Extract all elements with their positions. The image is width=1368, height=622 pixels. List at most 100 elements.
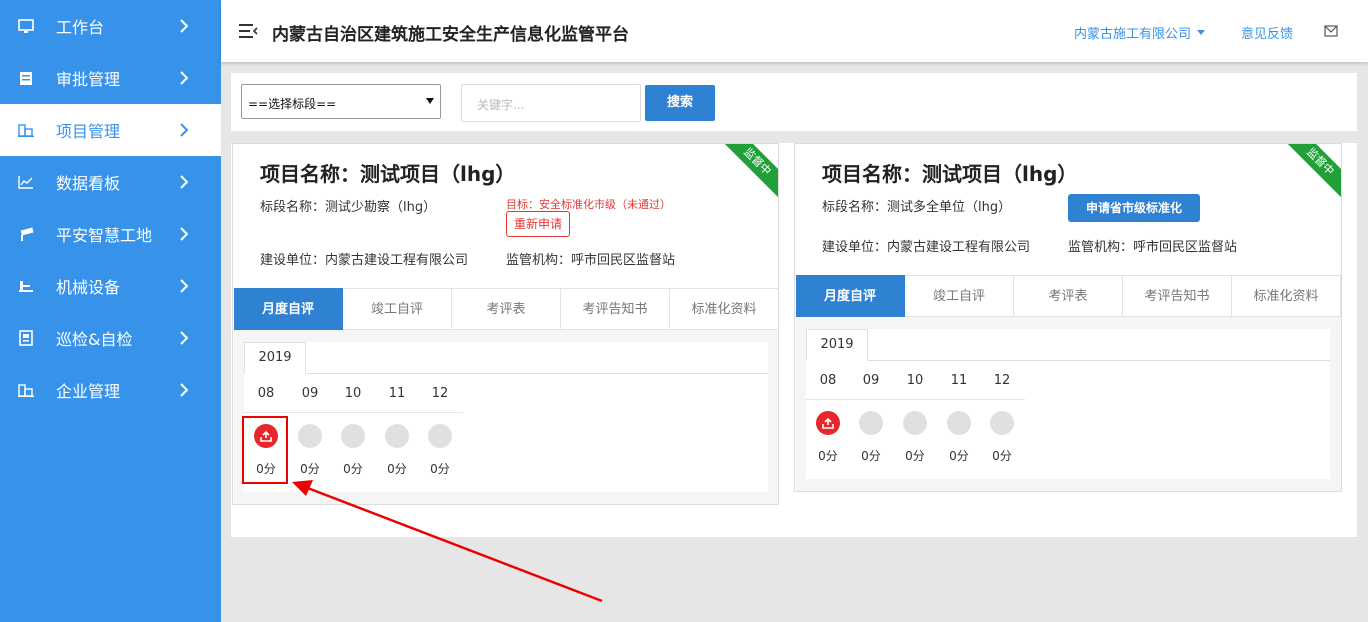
camera-icon xyxy=(17,225,35,243)
builder-unit: 建设单位：内蒙古建设工程有限公司 xyxy=(822,240,1031,255)
project-card: 监督中 项目名称：测试项目（lhg） 标段名称：测试多全单位（lhg） 申请省市… xyxy=(794,143,1342,492)
chart-icon xyxy=(17,173,35,191)
sidebar: 工作台 审批管理 项目管理 数据看板 平安智慧工地 机械设备 巡检&自检 企业管… xyxy=(0,0,221,622)
tab-eval-form[interactable]: 考评表 xyxy=(452,288,561,330)
feedback-link[interactable]: 意见反馈 xyxy=(1241,23,1293,42)
divider xyxy=(806,360,1330,361)
month-score: 0分 xyxy=(300,462,320,476)
month-label: 09 xyxy=(301,386,319,401)
sidebar-item-label: 审批管理 xyxy=(56,70,121,89)
section-select-value: ==选择标段== xyxy=(248,97,337,111)
tab-monthly-self-eval[interactable]: 月度自评 xyxy=(796,275,905,317)
main-content: ==选择标段== 关键字... 搜索 监督中 项目名称：测试项目（lhg） 标段… xyxy=(231,73,1357,537)
monitor-icon xyxy=(17,17,35,35)
tab-monthly-self-eval[interactable]: 月度自评 xyxy=(234,288,343,330)
dropdown-arrow-icon xyxy=(426,98,434,104)
month-score: 0分 xyxy=(992,449,1012,463)
chevron-right-icon xyxy=(180,175,189,189)
month-status-dot xyxy=(947,411,971,435)
divider xyxy=(231,131,1357,143)
tab-completion-self-eval[interactable]: 竣工自评 xyxy=(905,275,1014,317)
sidebar-item-workbench[interactable]: 工作台 xyxy=(0,0,221,52)
sidebar-item-enterprise[interactable]: 企业管理 xyxy=(0,364,221,416)
enterprise-icon xyxy=(17,381,35,399)
tab-standard-docs[interactable]: 标准化资料 xyxy=(670,288,778,330)
divider xyxy=(244,373,768,374)
month-score: 0分 xyxy=(387,462,407,476)
month-label: 11 xyxy=(950,373,968,388)
month-label: 11 xyxy=(388,386,406,401)
caret-down-icon xyxy=(1197,30,1206,35)
tab-eval-notice[interactable]: 考评告知书 xyxy=(1123,275,1232,317)
tab-eval-notice[interactable]: 考评告知书 xyxy=(561,288,670,330)
month-score: 0分 xyxy=(343,462,363,476)
section-name: 标段名称：测试多全单位（lhg） xyxy=(822,200,1012,215)
reapply-button[interactable]: 重新申请 xyxy=(506,211,570,237)
menu-toggle-icon[interactable] xyxy=(239,23,259,39)
sidebar-item-dashboard[interactable]: 数据看板 xyxy=(0,156,221,208)
year-tab[interactable]: 2019 xyxy=(244,342,306,374)
month-status-dot xyxy=(385,424,409,448)
supervisor-org: 监管机构：呼市回民区监督站 xyxy=(506,253,676,268)
divider xyxy=(806,399,1025,400)
month-label: 12 xyxy=(431,386,449,401)
card-tabs: 月度自评 竣工自评 考评表 考评告知书 标准化资料 xyxy=(796,275,1341,317)
sidebar-item-project[interactable]: 项目管理 xyxy=(0,104,221,156)
project-name: 项目名称：测试项目（lhg） xyxy=(260,162,516,186)
month-label: 08 xyxy=(257,386,275,401)
status-ribbon: 监督中 xyxy=(1281,144,1341,201)
month-status-dot xyxy=(990,411,1014,435)
sidebar-item-label: 工作台 xyxy=(56,18,105,37)
month-status-dot xyxy=(341,424,365,448)
year-tab[interactable]: 2019 xyxy=(806,329,868,361)
upload-icon[interactable] xyxy=(816,411,840,435)
keyword-input[interactable]: 关键字... xyxy=(461,84,641,122)
sidebar-item-label: 企业管理 xyxy=(56,382,121,401)
page-title: 内蒙古自治区建筑施工安全生产信息化监管平台 xyxy=(272,25,629,45)
chevron-right-icon xyxy=(180,279,189,293)
builder-unit: 建设单位：内蒙古建设工程有限公司 xyxy=(260,253,469,268)
month-score: 0分 xyxy=(905,449,925,463)
month-status-dot xyxy=(298,424,322,448)
apply-standardization-button[interactable]: 申请省市级标准化 xyxy=(1068,194,1200,222)
sidebar-item-machinery[interactable]: 机械设备 xyxy=(0,260,221,312)
month-label: 10 xyxy=(906,373,924,388)
project-card: 监督中 项目名称：测试项目（lhg） 标段名称：测试少勘察（lhg） 目标：安全… xyxy=(232,143,779,505)
section-select[interactable]: ==选择标段== xyxy=(241,84,441,119)
highlight-box xyxy=(242,416,288,484)
sidebar-item-label: 机械设备 xyxy=(56,278,121,297)
tab-panel: 2019 08 09 10 11 12 0分 0分 0分 0分 0分 xyxy=(234,330,778,504)
tab-standard-docs[interactable]: 标准化资料 xyxy=(1232,275,1341,317)
sidebar-item-approval[interactable]: 审批管理 xyxy=(0,52,221,104)
month-label: 09 xyxy=(862,373,880,388)
month-label: 08 xyxy=(819,373,837,388)
target-status: 目标：安全标准化市级（未通过） xyxy=(506,198,671,211)
chevron-right-icon xyxy=(180,71,189,85)
status-ribbon: 监督中 xyxy=(718,144,778,201)
sidebar-item-smart-site[interactable]: 平安智慧工地 xyxy=(0,208,221,260)
month-status-dot xyxy=(428,424,452,448)
card-tabs: 月度自评 竣工自评 考评表 考评告知书 标准化资料 xyxy=(234,288,778,330)
divider xyxy=(244,412,463,413)
tab-completion-self-eval[interactable]: 竣工自评 xyxy=(343,288,452,330)
company-dropdown[interactable]: 内蒙古施工有限公司 xyxy=(1074,23,1206,42)
search-button[interactable]: 搜索 xyxy=(645,85,715,121)
month-status-dot xyxy=(903,411,927,435)
month-score: 0分 xyxy=(818,449,838,463)
chevron-right-icon xyxy=(180,19,189,33)
chevron-right-icon xyxy=(180,383,189,397)
month-panel: 2019 08 09 10 11 12 0分 0分 0分 0分 0分 xyxy=(806,329,1330,479)
approval-icon xyxy=(17,69,35,87)
machine-icon xyxy=(17,277,35,295)
chevron-right-icon xyxy=(180,331,189,345)
sidebar-item-inspection[interactable]: 巡检&自检 xyxy=(0,312,221,364)
chevron-right-icon xyxy=(180,227,189,241)
section-name: 标段名称：测试少勘察（lhg） xyxy=(260,200,437,215)
mail-icon[interactable] xyxy=(1324,25,1338,37)
tab-panel: 2019 08 09 10 11 12 0分 0分 0分 0分 0分 xyxy=(796,317,1341,491)
filter-bar: ==选择标段== 关键字... 搜索 xyxy=(231,73,1357,131)
month-score: 0分 xyxy=(430,462,450,476)
tab-eval-form[interactable]: 考评表 xyxy=(1014,275,1123,317)
chevron-right-icon xyxy=(180,123,189,137)
month-label: 10 xyxy=(344,386,362,401)
